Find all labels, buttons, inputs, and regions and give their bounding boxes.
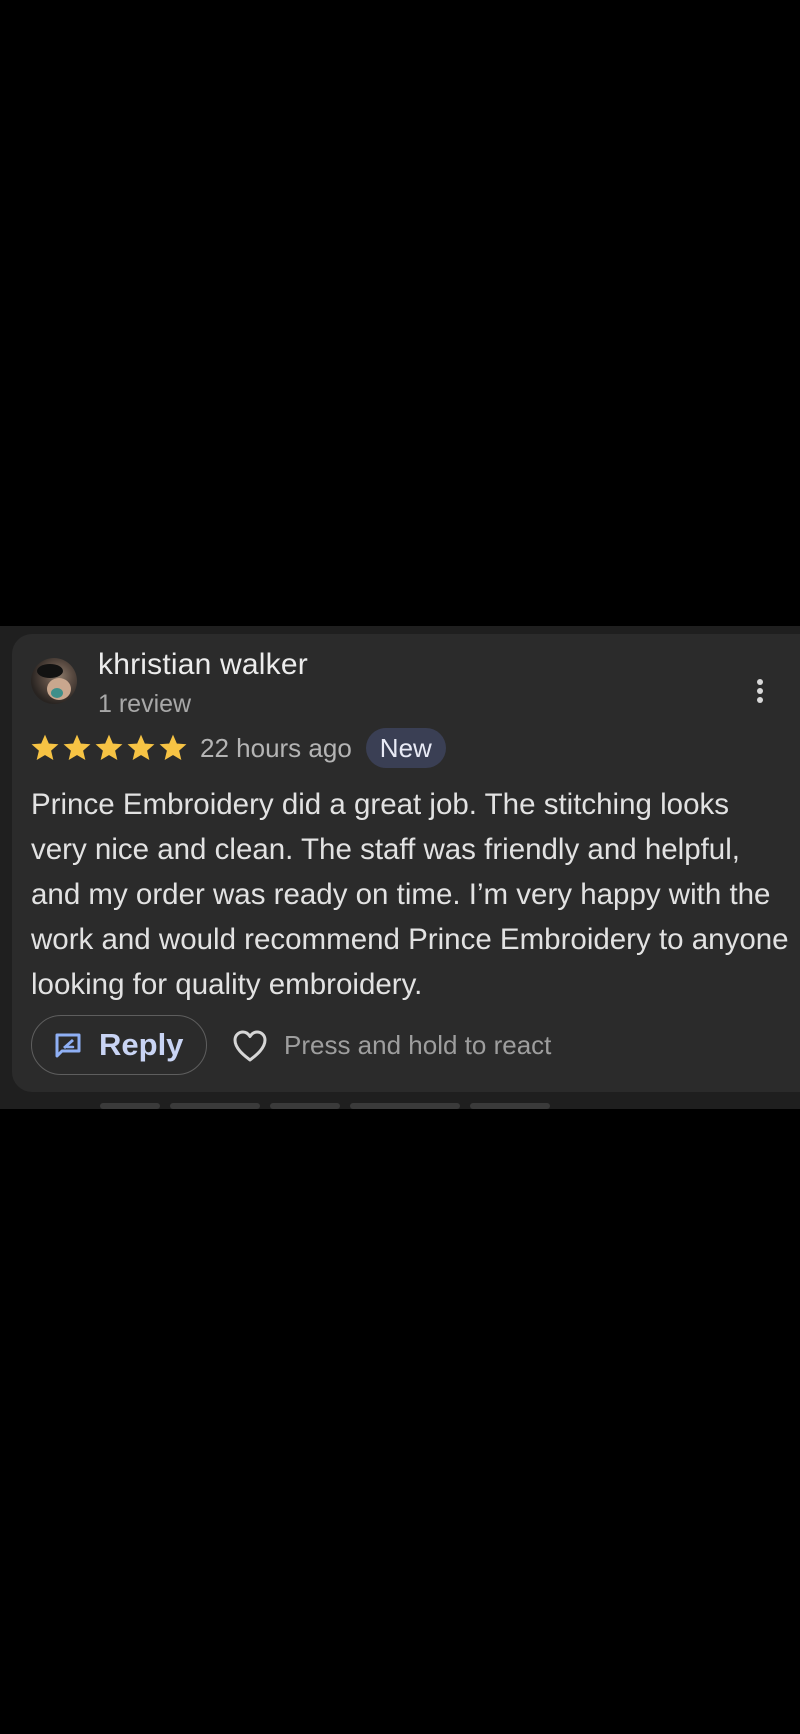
star-icon	[127, 734, 155, 762]
star-rating	[31, 734, 191, 762]
review-text: Prince Embroidery did a great job. The s…	[31, 788, 789, 1001]
next-review-text-peek	[100, 1103, 580, 1109]
avatar-photo-part	[51, 688, 63, 698]
avatar-photo-part	[37, 664, 63, 678]
reply-button[interactable]: Reply	[31, 1015, 207, 1075]
review-card: khristian walker 1 review 22 hours ago N…	[12, 634, 800, 1092]
star-icon	[31, 734, 59, 762]
reviewer-avatar[interactable]	[31, 658, 77, 704]
reply-label: Reply	[99, 1027, 184, 1062]
reviewer-name[interactable]: khristian walker	[98, 648, 308, 682]
react-hint: Press and hold to react	[284, 1030, 552, 1060]
review-time: 22 hours ago	[200, 732, 352, 763]
star-icon	[159, 734, 187, 762]
more-options-icon[interactable]	[750, 676, 770, 712]
star-icon	[95, 734, 123, 762]
review-meta-row: 22 hours ago New	[31, 726, 446, 770]
heart-icon[interactable]	[232, 1029, 268, 1063]
star-icon	[63, 734, 91, 762]
new-badge: New	[365, 728, 446, 768]
reply-icon	[53, 1030, 83, 1060]
reviewer-review-count: 1 review	[98, 690, 192, 718]
